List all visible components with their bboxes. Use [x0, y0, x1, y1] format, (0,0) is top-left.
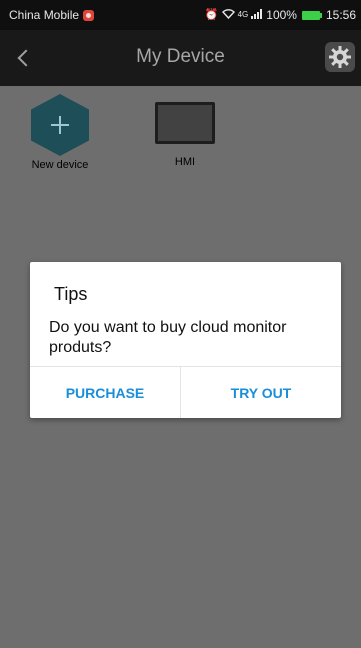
tips-dialog: Tips Do you want to buy cloud monitor pr… — [30, 262, 341, 418]
network-type: 4G — [237, 10, 249, 19]
hmi-device-tile[interactable]: HMI — [150, 94, 220, 168]
settings-button[interactable] — [325, 42, 355, 72]
new-device-tile[interactable]: New device — [25, 94, 95, 171]
status-bar: China Mobile ⏰ 4G 100% 15:56 — [0, 0, 361, 30]
hmi-device-label: HMI — [174, 156, 196, 168]
app-bar: My Device — [0, 30, 361, 86]
status-right: ⏰ 4G 100% 15:56 — [205, 8, 356, 22]
alarm-icon: ⏰ — [204, 9, 219, 21]
dialog-message: Do you want to buy cloud monitor produts… — [49, 319, 287, 356]
hmi-screen-icon — [155, 102, 215, 144]
add-device-icon — [31, 94, 89, 156]
wifi-icon — [221, 8, 235, 22]
purchase-button[interactable]: PURCHASE — [30, 367, 180, 418]
dialog-title: Tips — [54, 284, 88, 304]
notification-icon — [83, 9, 95, 21]
battery-percent: 100% — [266, 8, 297, 22]
try-out-button[interactable]: TRY OUT — [181, 367, 341, 418]
gear-icon — [329, 46, 351, 68]
clock: 15:56 — [325, 8, 356, 22]
new-device-label: New device — [31, 159, 89, 171]
carrier-name: China Mobile — [9, 8, 80, 22]
signal-icon — [251, 8, 263, 22]
page-title: My Device — [136, 46, 225, 67]
battery-icon — [301, 10, 322, 20]
status-left: China Mobile — [9, 8, 95, 22]
